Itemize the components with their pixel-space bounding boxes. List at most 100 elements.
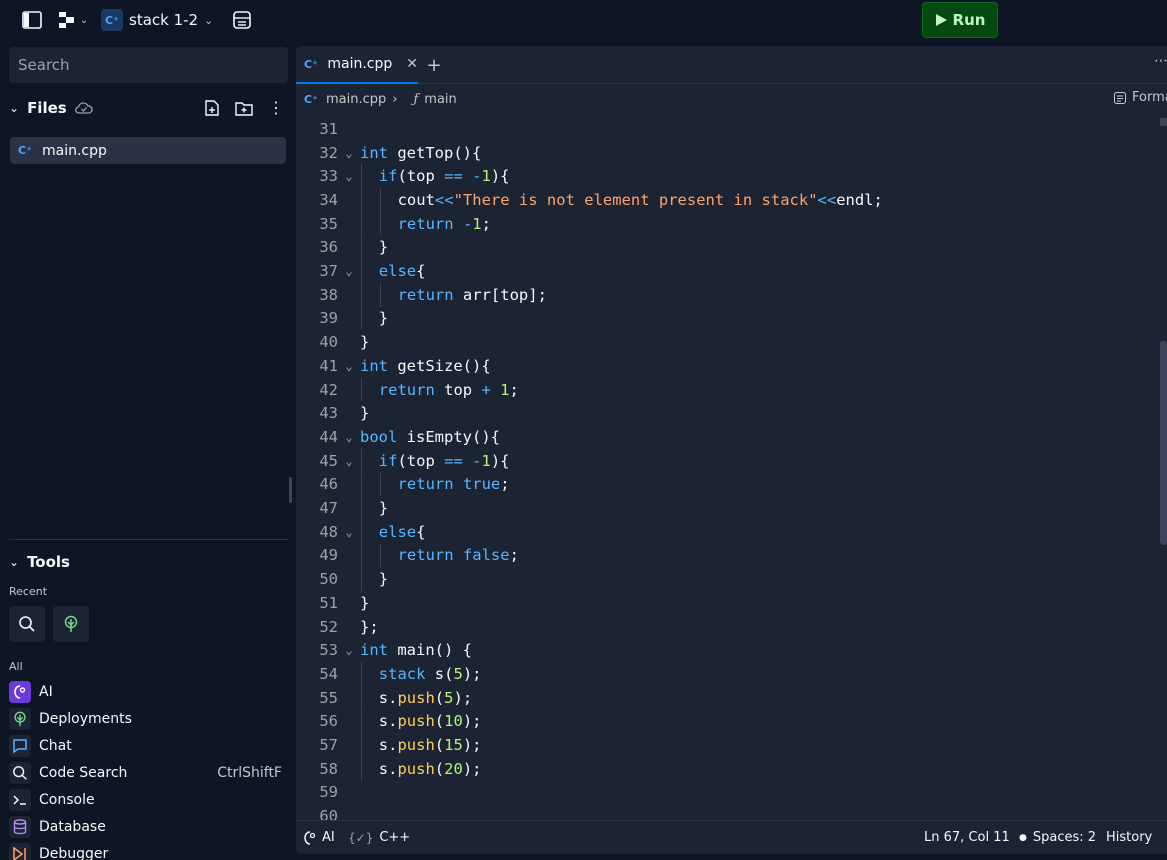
code-line[interactable]: 38 return arr[top]; bbox=[296, 283, 1156, 307]
code-line[interactable]: 55 s.push(5); bbox=[296, 686, 1156, 710]
indentation-button[interactable]: ● Spaces: 2 bbox=[1019, 830, 1096, 845]
close-icon[interactable]: ✕ bbox=[406, 56, 418, 72]
search-input[interactable]: Search bbox=[9, 47, 288, 83]
code-token: if bbox=[378, 167, 398, 186]
cursor-position[interactable]: Ln 67, Col 11 bbox=[924, 830, 1010, 845]
code-text: int main() { bbox=[360, 641, 472, 659]
fold-chevron-icon[interactable]: ⌄ bbox=[338, 169, 360, 183]
add-tab-button[interactable]: + bbox=[422, 53, 446, 77]
code-line[interactable]: 59 bbox=[296, 781, 1156, 805]
code-line[interactable]: 32 ⌄ int getTop(){ bbox=[296, 141, 1156, 165]
line-number: 56 bbox=[319, 712, 338, 731]
code-token: ( bbox=[434, 688, 445, 707]
tool-item-code-search[interactable]: Code Search CtrlShiftF bbox=[9, 760, 288, 786]
code-line[interactable]: 49 return false; bbox=[296, 544, 1156, 568]
new-folder-button[interactable] bbox=[232, 96, 256, 120]
code-line[interactable]: 34 cout<<"There is not element present in… bbox=[296, 188, 1156, 212]
more-tabs-button[interactable]: ⋯ bbox=[1154, 53, 1167, 69]
fold-chevron-icon[interactable]: ⌄ bbox=[338, 146, 360, 160]
line-number: 39 bbox=[319, 309, 338, 328]
files-section-header[interactable]: ⌄ Files ⋮ bbox=[9, 96, 288, 120]
more-options-button[interactable]: ⋮ bbox=[264, 96, 288, 120]
code-token: 15 bbox=[444, 736, 463, 755]
code-token: 1 bbox=[500, 380, 510, 399]
chevron-down-icon: ⌄ bbox=[204, 13, 214, 27]
language-status-button[interactable]: {✓} C++ bbox=[348, 830, 410, 845]
code-line[interactable]: 36} bbox=[296, 236, 1156, 260]
code-line[interactable]: 58 s.push(20); bbox=[296, 757, 1156, 781]
code-line[interactable]: 45 ⌄ if(top == -1){ bbox=[296, 449, 1156, 473]
fold-chevron-icon[interactable]: ⌄ bbox=[338, 454, 360, 468]
code-line[interactable]: 37 ⌄ else{ bbox=[296, 259, 1156, 283]
code-line[interactable]: 54 stack s(5); bbox=[296, 662, 1156, 686]
recent-code-search-button[interactable] bbox=[9, 606, 45, 642]
tool-item-ai[interactable]: AI bbox=[9, 679, 288, 705]
indent-guide bbox=[379, 472, 381, 497]
tools-section-header[interactable]: ⌄ Tools bbox=[9, 550, 70, 574]
recent-deployments-button[interactable] bbox=[53, 606, 89, 642]
breadcrumb-file[interactable]: main.cpp bbox=[326, 92, 386, 107]
code-line[interactable]: 53 ⌄ int main() { bbox=[296, 638, 1156, 662]
code-token: return bbox=[397, 546, 454, 565]
code-line[interactable]: 41 ⌄ int getSize(){ bbox=[296, 354, 1156, 378]
history-button[interactable]: History bbox=[1106, 830, 1152, 845]
code-area[interactable]: 31 32 ⌄ int getTop(){33 ⌄ if(top == -1){34 cou… bbox=[296, 117, 1167, 825]
language-label: C++ bbox=[379, 830, 411, 845]
file-item-main-cpp[interactable]: C⁺ main.cpp bbox=[10, 137, 286, 164]
ai-status-button[interactable]: AI bbox=[304, 830, 335, 845]
code-line[interactable]: 52}; bbox=[296, 615, 1156, 639]
code-line[interactable]: 33 ⌄ if(top == -1){ bbox=[296, 164, 1156, 188]
vertical-scrollbar[interactable] bbox=[1160, 341, 1167, 545]
tool-item-chat[interactable]: Chat bbox=[9, 733, 288, 759]
tab-main-cpp[interactable]: C⁺ main.cpp ✕ bbox=[296, 46, 418, 84]
replit-logo-menu[interactable]: ⌄ bbox=[56, 8, 90, 32]
code-line[interactable]: 56 s.push(10); bbox=[296, 710, 1156, 734]
fold-chevron-icon[interactable]: ⌄ bbox=[338, 643, 360, 657]
code-token: ( bbox=[434, 736, 445, 755]
new-file-button[interactable] bbox=[200, 96, 224, 120]
tool-item-deployments[interactable]: Deployments bbox=[9, 706, 288, 732]
code-text: s.push(20); bbox=[360, 760, 482, 778]
indent-guide bbox=[379, 543, 381, 568]
code-line[interactable]: 43} bbox=[296, 401, 1156, 425]
sidebar-toggle-button[interactable] bbox=[20, 8, 44, 32]
run-button[interactable]: Run bbox=[922, 2, 998, 38]
fold-chevron-icon[interactable]: ⌄ bbox=[338, 525, 360, 539]
fold-chevron-icon[interactable]: ⌄ bbox=[338, 359, 360, 373]
code-line[interactable]: 35 return -1; bbox=[296, 212, 1156, 236]
line-number: 35 bbox=[319, 214, 338, 233]
ai-status-label: AI bbox=[322, 830, 335, 845]
new-file-icon bbox=[205, 100, 219, 116]
code-line[interactable]: 50} bbox=[296, 567, 1156, 591]
panel-resize-handle[interactable] bbox=[289, 477, 292, 503]
code-text: else{ bbox=[360, 262, 426, 281]
code-line[interactable]: 46 return true; bbox=[296, 473, 1156, 497]
code-token: else bbox=[378, 262, 417, 281]
code-line[interactable]: 40} bbox=[296, 330, 1156, 354]
run-label: Run bbox=[952, 11, 986, 29]
code-line[interactable]: 39} bbox=[296, 307, 1156, 331]
tool-item-debugger[interactable]: Debugger bbox=[9, 841, 288, 860]
code-token: () { bbox=[434, 641, 472, 660]
code-line[interactable]: 47} bbox=[296, 496, 1156, 520]
code-line[interactable]: 44 ⌄ bool isEmpty(){ bbox=[296, 425, 1156, 449]
cpp-language-icon: C⁺ bbox=[101, 9, 123, 31]
layout-button[interactable] bbox=[230, 8, 254, 32]
repl-switcher[interactable]: C⁺ stack 1-2 ⌄ bbox=[101, 6, 219, 34]
fold-chevron-icon[interactable]: ⌄ bbox=[338, 264, 360, 278]
indent-guide bbox=[361, 259, 362, 283]
breadcrumb-symbol[interactable]: main bbox=[424, 92, 456, 107]
code-line[interactable]: 42 return top + 1; bbox=[296, 378, 1156, 402]
code-text: } bbox=[360, 499, 388, 517]
code-line[interactable]: 31 bbox=[296, 117, 1156, 141]
code-line[interactable]: 51} bbox=[296, 591, 1156, 615]
tool-item-console[interactable]: Console bbox=[9, 787, 288, 813]
format-button[interactable]: Format bbox=[1114, 90, 1167, 105]
line-number: 46 bbox=[319, 475, 338, 494]
tool-item-database[interactable]: Database bbox=[9, 814, 288, 840]
code-line[interactable]: 48 ⌄ else{ bbox=[296, 520, 1156, 544]
fold-chevron-icon[interactable]: ⌄ bbox=[338, 430, 360, 444]
code-text: int getTop(){ bbox=[360, 144, 481, 162]
code-line[interactable]: 57 s.push(15); bbox=[296, 733, 1156, 757]
code-token: }; bbox=[360, 617, 379, 636]
